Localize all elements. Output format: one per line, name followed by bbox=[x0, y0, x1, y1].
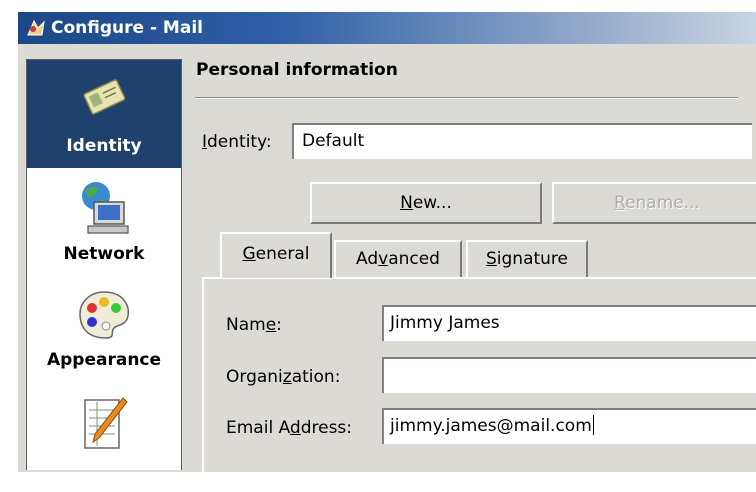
window-title: Configure - Mail bbox=[51, 18, 203, 38]
palette-icon bbox=[79, 291, 130, 339]
rename-identity-button[interactable]: Rename... bbox=[552, 182, 756, 224]
name-field[interactable]: Jimmy James bbox=[382, 305, 756, 341]
sidebar-item-composer[interactable] bbox=[27, 384, 181, 492]
sidebar-item-identity[interactable]: Identity bbox=[27, 60, 181, 168]
kmail-app-icon bbox=[27, 19, 45, 36]
sidebar-item-label: Identity bbox=[66, 136, 142, 156]
category-sidebar: Identity Network Appearance bbox=[26, 59, 182, 470]
title-bar[interactable]: Configure - Mail bbox=[18, 12, 756, 44]
heading-divider bbox=[195, 97, 738, 99]
sidebar-item-label: Appearance bbox=[46, 350, 162, 370]
name-label: Name: bbox=[226, 315, 282, 335]
network-computer-icon bbox=[82, 182, 129, 234]
identity-tabs: General Advanced Signature bbox=[200, 232, 740, 278]
id-card-icon bbox=[83, 79, 126, 115]
tab-signature[interactable]: Signature bbox=[466, 240, 588, 278]
organization-label: Organization: bbox=[226, 367, 341, 387]
text-cursor bbox=[592, 415, 594, 435]
organization-field[interactable] bbox=[382, 357, 756, 393]
notepad-pencil-icon bbox=[84, 397, 128, 449]
sidebar-item-network[interactable]: Network bbox=[27, 168, 181, 276]
sidebar-item-appearance[interactable]: Appearance bbox=[27, 276, 181, 384]
identity-combobox[interactable]: Default bbox=[292, 123, 752, 159]
tab-advanced[interactable]: Advanced bbox=[334, 240, 462, 278]
email-address-value: jimmy.james@mail.com bbox=[390, 416, 592, 436]
email-address-field[interactable]: jimmy.james@mail.com bbox=[382, 408, 756, 444]
identity-label: Identity: bbox=[202, 132, 272, 152]
new-identity-button[interactable]: New... bbox=[310, 182, 542, 224]
email-address-label: Email Address: bbox=[226, 418, 353, 438]
tab-general[interactable]: General bbox=[220, 232, 332, 278]
sidebar-item-label: Network bbox=[63, 244, 145, 264]
section-heading: Personal information bbox=[196, 60, 398, 80]
